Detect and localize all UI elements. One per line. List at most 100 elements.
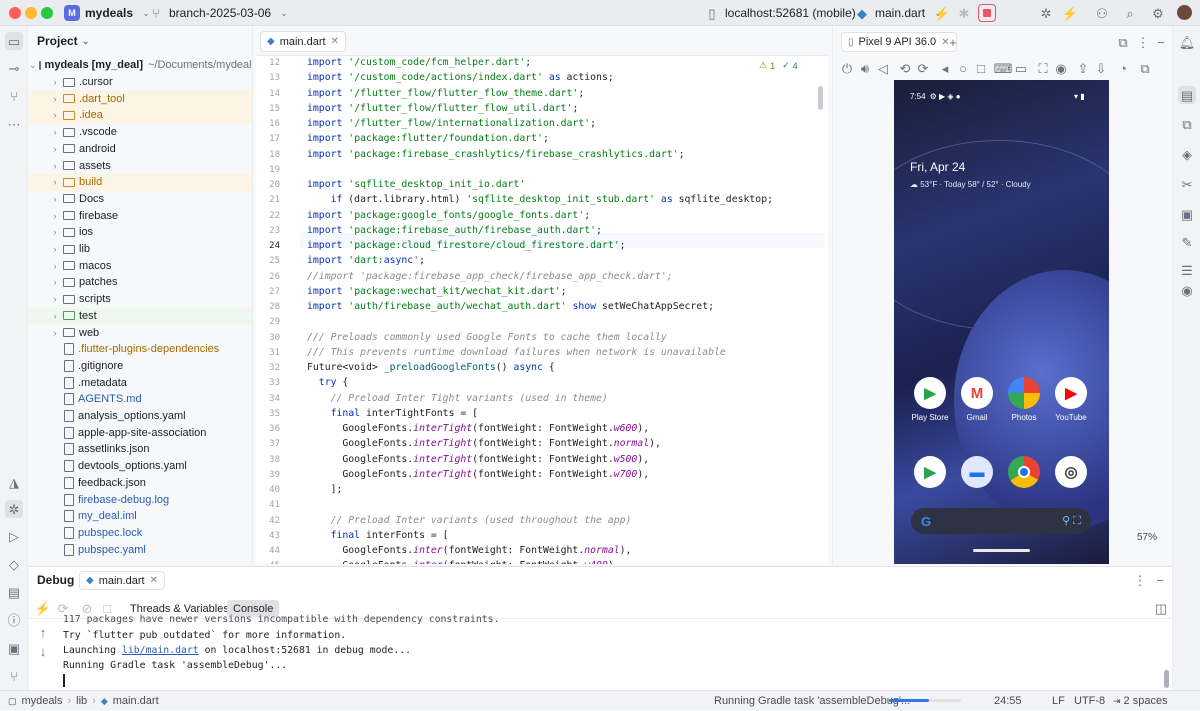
code-line[interactable]: ]; bbox=[307, 484, 343, 495]
tree-folder[interactable]: › lib bbox=[29, 241, 252, 258]
pull-request-icon[interactable]: ⑂ bbox=[6, 88, 22, 104]
search-icon[interactable]: ⌕ bbox=[1122, 5, 1138, 21]
app-chrome[interactable] bbox=[1002, 456, 1046, 492]
power-icon[interactable]: ⏻ bbox=[839, 60, 855, 76]
screen-record-icon[interactable]: ◉ bbox=[1053, 60, 1069, 76]
tree-file[interactable]: firebase-debug.log bbox=[29, 491, 252, 508]
chevron-right-icon[interactable]: › bbox=[49, 177, 61, 187]
tree-file[interactable]: .metadata bbox=[29, 374, 252, 391]
code-line[interactable]: final interTightFonts = [ bbox=[307, 408, 478, 419]
device-tab[interactable]: ▯ Pixel 9 API 36.0 ✕ bbox=[841, 32, 957, 52]
terminal-icon[interactable]: ▣ bbox=[6, 640, 22, 656]
debug-tool-icon[interactable]: ✲ bbox=[5, 500, 23, 518]
mirror-icon[interactable]: ⧉ bbox=[1137, 60, 1153, 76]
logcat-icon[interactable]: ☰ bbox=[1179, 262, 1195, 278]
chevron-right-icon[interactable]: › bbox=[49, 211, 61, 221]
close-window-button[interactable] bbox=[9, 7, 21, 19]
avatar[interactable] bbox=[1177, 5, 1192, 20]
zoom-window-button[interactable] bbox=[41, 7, 53, 19]
close-icon[interactable]: ✕ bbox=[150, 575, 158, 586]
tree-folder[interactable]: › scripts bbox=[29, 291, 252, 308]
tree-folder[interactable]: › patches bbox=[29, 274, 252, 291]
close-icon[interactable]: ✕ bbox=[331, 36, 339, 47]
debug-icon[interactable]: ✱ bbox=[956, 5, 972, 21]
code-line[interactable]: GoogleFonts.inter(fontWeight: FontWeight… bbox=[307, 560, 619, 564]
rotate-left-icon[interactable]: ⟲ bbox=[897, 60, 913, 76]
app-youtube[interactable]: ▶ YouTube bbox=[1049, 377, 1093, 422]
run-config-selector[interactable]: ◆ main.dart ⌄ bbox=[854, 0, 946, 26]
code-line[interactable]: import 'package:firebase_auth/firebase_a… bbox=[307, 225, 602, 236]
screenshot-icon[interactable]: ⛶ bbox=[1035, 60, 1051, 76]
search-widget[interactable]: G ⚲ ⛶ bbox=[911, 508, 1091, 534]
dependencies-icon[interactable]: ◇ bbox=[6, 556, 22, 572]
services-icon[interactable]: ▤ bbox=[6, 584, 22, 600]
code-line[interactable]: GoogleFonts.interTight(fontWeight: FontW… bbox=[307, 454, 649, 465]
code-line[interactable]: import '/flutter_flow/flutter_flow_theme… bbox=[307, 88, 584, 99]
tree-folder[interactable]: › .dart_tool bbox=[29, 90, 252, 108]
chevron-right-icon[interactable]: › bbox=[49, 244, 61, 254]
download-icon[interactable]: ⇩ bbox=[1093, 60, 1109, 76]
device-selector[interactable]: ▯ localhost:52681 (mobile) bbox=[704, 0, 855, 26]
add-icon[interactable]: + bbox=[945, 34, 961, 50]
tree-folder[interactable]: › firebase bbox=[29, 207, 252, 224]
code-line[interactable]: Future<void> _preloadGoogleFonts() async… bbox=[307, 362, 555, 373]
app-photos[interactable]: Photos bbox=[1002, 377, 1046, 422]
background-task[interactable]: Running Gradle task 'assembleDebug'... bbox=[714, 691, 910, 711]
tree-folder[interactable]: › build bbox=[29, 173, 252, 191]
breadcrumb-item[interactable]: lib bbox=[76, 695, 87, 707]
code-line[interactable]: // Preload Inter Tight variants (used in… bbox=[307, 393, 608, 404]
chevron-right-icon[interactable]: › bbox=[49, 328, 61, 338]
chevron-right-icon[interactable]: › bbox=[49, 127, 61, 137]
snapshot-icon[interactable]: ◔ bbox=[1115, 60, 1131, 76]
keyboard-icon[interactable]: ⌨ bbox=[994, 60, 1013, 76]
editor-scrollbar[interactable] bbox=[818, 86, 823, 110]
bug-icon[interactable]: ✲ bbox=[1038, 5, 1054, 21]
chevron-right-icon[interactable]: › bbox=[49, 110, 61, 120]
tree-file[interactable]: analysis_options.yaml bbox=[29, 408, 252, 425]
chevron-right-icon[interactable]: › bbox=[49, 277, 61, 287]
tree-file[interactable]: .gitignore bbox=[29, 358, 252, 375]
tree-folder[interactable]: › assets bbox=[29, 157, 252, 174]
tree-folder[interactable]: › Docs bbox=[29, 191, 252, 208]
tree-file[interactable]: pubspec.yaml bbox=[29, 541, 252, 558]
code-line[interactable]: import 'dart:async'; bbox=[307, 255, 425, 266]
flutter-outline-icon[interactable]: ◈ bbox=[1179, 146, 1195, 162]
phone-screen[interactable]: 7:54 ⚙ ▶ ◈ ● ▾ ▮ Fri, Apr 24 ☁ 53°F · To… bbox=[894, 80, 1109, 564]
code-line[interactable]: import '/custom_code/actions/index.dart'… bbox=[307, 72, 614, 83]
code-line[interactable]: import 'package:google_fonts/google_font… bbox=[307, 210, 590, 221]
home-icon[interactable]: ○ bbox=[955, 60, 971, 76]
chevron-right-icon[interactable]: › bbox=[49, 227, 61, 237]
code-line[interactable]: import '/custom_code/fcm_helper.dart'; bbox=[307, 57, 531, 68]
problems-icon[interactable]: ⓘ bbox=[6, 612, 22, 628]
code-line[interactable]: GoogleFonts.interTight(fontWeight: FontW… bbox=[307, 423, 649, 434]
code-line[interactable]: /// This prevents runtime download failu… bbox=[307, 347, 726, 358]
indent-setting[interactable]: ⇥ 2 spaces bbox=[1113, 691, 1168, 711]
caret-position[interactable]: 24:55 bbox=[994, 691, 1022, 711]
chevron-right-icon[interactable]: › bbox=[49, 94, 61, 104]
git-icon[interactable]: ⑂ bbox=[6, 668, 22, 684]
arrow-down-icon[interactable]: ↓ bbox=[35, 643, 51, 659]
minimize-icon[interactable]: − bbox=[1153, 34, 1169, 50]
code-line[interactable]: GoogleFonts.interTight(fontWeight: FontW… bbox=[307, 438, 661, 449]
notifications-icon[interactable]: 🔔︎ bbox=[1179, 34, 1196, 50]
tree-folder[interactable]: › web bbox=[29, 324, 252, 341]
chevron-down-icon[interactable]: ⌄ bbox=[82, 36, 90, 47]
breadcrumb-item[interactable]: mydeals bbox=[22, 695, 63, 707]
minimize-window-button[interactable] bbox=[25, 7, 37, 19]
code-line[interactable]: import '/flutter_flow/internationalizati… bbox=[307, 118, 596, 129]
inspector-icon[interactable]: ✂ bbox=[1179, 176, 1195, 192]
app-gmail[interactable]: M Gmail bbox=[955, 377, 999, 422]
commit-icon[interactable]: ⊸ bbox=[6, 60, 22, 76]
code-line[interactable]: if (dart.library.html) 'sqflite_desktop_… bbox=[307, 194, 773, 205]
chevron-right-icon[interactable]: › bbox=[49, 261, 61, 271]
more-vertical-icon[interactable]: ⋮ bbox=[1135, 34, 1151, 50]
branch-switcher[interactable]: ⑂ branch-2025-03-06 ⌄ bbox=[148, 0, 292, 26]
performance-icon[interactable]: ◉ bbox=[1179, 282, 1195, 298]
arrow-up-icon[interactable]: ↑ bbox=[35, 624, 51, 640]
more-vertical-icon[interactable]: ⋮ bbox=[1132, 572, 1148, 588]
fold-icon[interactable]: ▭ bbox=[1013, 60, 1029, 76]
volume-down-icon[interactable]: ◁ bbox=[875, 60, 891, 76]
tree-folder[interactable]: › macos bbox=[29, 257, 252, 274]
code-line[interactable]: try { bbox=[307, 377, 349, 388]
tree-folder[interactable]: › .vscode bbox=[29, 124, 252, 141]
